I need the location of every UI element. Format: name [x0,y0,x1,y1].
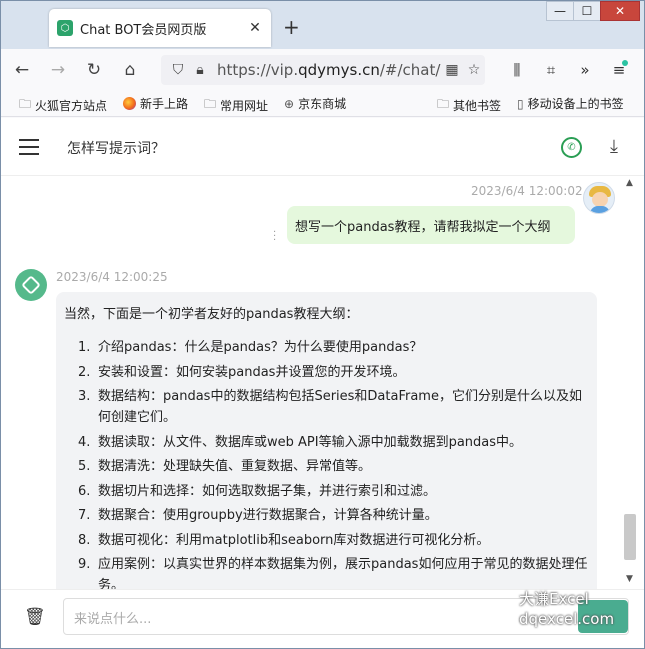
scroll-down-icon[interactable]: ▼ [626,574,633,584]
overflow-chevrons-icon[interactable]: » [568,55,602,85]
chatbot-favicon-icon: ⬡ [57,20,73,36]
list-item: 3. 数据结构：pandas中的数据结构包括Series和DataFrame，它们… [78,389,582,425]
bookmark-item[interactable]: 🗀 火狐官方站点 [19,95,107,116]
window-controls: — ☐ ✕ [546,1,640,21]
list-item: 6. 数据切片和选择：如何选取数据子集，并进行索引和过滤。 [78,483,437,499]
list-item: 4. 数据读取：从文件、数据库或web API等输入源中加载数据到pandas中。 [78,434,523,450]
list-item: 1. 介绍pandas：什么是pandas？为什么要使用pandas？ [78,340,423,355]
bookmark-item[interactable]: 🗀 常用网址 [204,95,268,116]
chat-page: 怎样写提示词？ ✆ ⤓ 2023/6/4 12:00:02 想写一个pandas… [1,118,644,648]
message-options-icon[interactable]: · · · [273,228,276,246]
list-item: 7. 数据聚合：使用groupby进行数据聚合，计算各种统计量。 [78,508,438,523]
maximize-button[interactable]: ☐ [573,1,601,21]
vertical-scrollbar[interactable]: ▲ ▼ [622,176,638,589]
list-item: 5. 数据清洗：处理缺失值、重复数据、异常值等。 [78,459,372,474]
star-icon[interactable]: ☆ [463,62,485,78]
tab-chatbot[interactable]: ⬡ Chat BOT会员网页版 ✕ [49,9,271,47]
firefox-icon [123,97,136,110]
home-icon[interactable]: ⌂ [115,55,145,85]
menu-icon[interactable] [19,139,39,155]
user-avatar [583,182,615,214]
url-text[interactable]: https://vip.qdymys.cn/#/chat/ [217,61,441,79]
bot-message-bubble: 当然，下面是一个初学者友好的pandas教程大纲： 1. 介绍pandas：什么是… [56,292,597,589]
globe-icon: ⊕ [284,96,295,111]
watermark: 大谦Excel dqexcel.com [519,590,615,628]
outline-list: 1. 介绍pandas：什么是pandas？为什么要使用pandas？ 2. 安装和… [64,337,589,589]
plus-icon[interactable]: + [283,15,300,39]
forward-arrow-icon[interactable]: → [43,55,73,85]
scrollbar-thumb[interactable] [624,514,636,560]
bot-intro-text: 当然，下面是一个初学者友好的pandas教程大纲： [64,307,359,322]
mobile-icon: ▯ [517,96,524,111]
library-icon[interactable]: ⫼ [500,55,534,85]
qr-code-icon[interactable]: ▦ [441,62,463,78]
list-item: 8. 数据可视化：利用matplotlib和seaborn库对数据进行可视化分析。 [78,532,490,548]
bookmark-item[interactable]: 🗀 其他书签 [437,95,501,116]
toolbar-right: ⫼ ⌗ » ≡ [500,55,636,85]
tab-title: Chat BOT会员网页版 [80,22,207,38]
user-message-timestamp: 2023/6/4 12:00:02 [471,184,583,198]
back-arrow-icon[interactable]: ← [7,55,37,85]
tab-strip: ⬡ Chat BOT会员网页版 ✕ + — ☐ ✕ [1,1,644,49]
download-icon[interactable]: ⤓ [610,136,618,157]
bookmark-item[interactable]: 新手上路 [123,95,188,112]
bot-message-timestamp: 2023/6/4 12:00:25 [56,270,168,284]
close-tab-icon[interactable]: ✕ [247,20,263,36]
page-header: 怎样写提示词？ ✆ ⤓ [1,118,644,176]
browser-window: ⬡ Chat BOT会员网页版 ✕ + — ☐ ✕ ← → ↻ ⌂ ⛉ 🔒︎ h… [0,0,645,649]
user-message-bubble: 想写一个pandas教程，请帮我拟定一个大纲 [287,206,575,244]
page-title: 怎样写提示词？ [67,141,165,157]
bookmark-item[interactable]: ▯ 移动设备上的书签 [517,95,624,112]
whatsapp-chat-icon[interactable]: ✆ [561,137,582,158]
folder-icon: 🗀 [19,97,32,111]
reload-icon[interactable]: ↻ [79,55,109,85]
chat-area[interactable]: 2023/6/4 12:00:02 想写一个pandas教程，请帮我拟定一个大纲… [1,176,621,589]
bot-avatar-icon [15,269,47,301]
address-bar[interactable]: ⛉ 🔒︎ https://vip.qdymys.cn/#/chat/ ▦ ☆ [161,55,485,85]
hamburger-menu-icon[interactable]: ≡ [602,55,636,85]
minimize-button[interactable]: — [546,1,574,21]
folder-icon: 🗀 [204,97,217,111]
shield-icon[interactable]: ⛉ [167,62,189,78]
list-item: 2. 安装和设置：如何安装pandas并设置您的开发环境。 [78,364,406,380]
crop-screenshot-icon[interactable]: ⌗ [534,55,568,85]
trash-icon[interactable]: 🗑︎ [24,607,46,627]
lock-icon[interactable]: 🔒︎ [189,62,211,78]
close-window-button[interactable]: ✕ [600,1,640,21]
scroll-up-icon[interactable]: ▲ [626,178,633,188]
nav-toolbar: ← → ↻ ⌂ ⛉ 🔒︎ https://vip.qdymys.cn/#/cha… [1,49,644,91]
folder-icon: 🗀 [437,97,450,111]
bookmark-item[interactable]: ⊕ 京东商城 [284,95,346,112]
bookmarks-bar: 🗀 火狐官方站点 新手上路 🗀 常用网址 ⊕ 京东商城 🗀 其他书签 ▯ 移动设备上的书签 [1,91,644,117]
list-item: 9. 应用案例：以真实世界的样本数据集为例，展示pandas如何应用于常见的数据处… [78,557,588,589]
